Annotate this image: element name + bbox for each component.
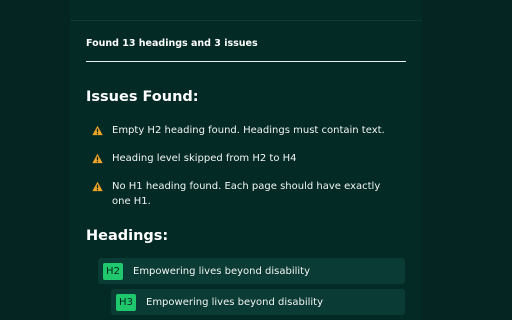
issue-text: No H1 heading found. Each page should ha…: [112, 181, 381, 207]
warning-triangle-icon: [92, 181, 103, 192]
heading-level-badge: H2: [103, 262, 123, 280]
headings-section-title: Headings:: [86, 228, 169, 244]
heading-item[interactable]: H3 Empowering lives beyond disability: [111, 289, 405, 315]
issue-item: Empty H2 heading found. Headings must co…: [92, 124, 392, 139]
top-divider: [70, 20, 422, 21]
heading-checker-page: Found 13 headings and 3 issues Issues Fo…: [0, 0, 512, 320]
summary-divider: [86, 61, 406, 62]
heading-item[interactable]: H2 Empowering lives beyond disability: [98, 258, 405, 284]
heading-text: Empowering lives beyond disability: [133, 265, 311, 277]
issue-item: No H1 heading found. Each page should ha…: [92, 180, 392, 209]
heading-level-badge: H3: [116, 293, 136, 311]
issue-text: Heading level skipped from H2 to H4: [112, 153, 297, 164]
heading-text: Empowering lives beyond disability: [146, 296, 324, 308]
issues-section-title: Issues Found:: [86, 89, 199, 105]
issue-item: Heading level skipped from H2 to H4: [92, 152, 392, 167]
warning-triangle-icon: [92, 125, 103, 136]
issue-text: Empty H2 heading found. Headings must co…: [112, 125, 385, 136]
summary-text: Found 13 headings and 3 issues: [86, 38, 258, 49]
warning-triangle-icon: [92, 153, 103, 164]
